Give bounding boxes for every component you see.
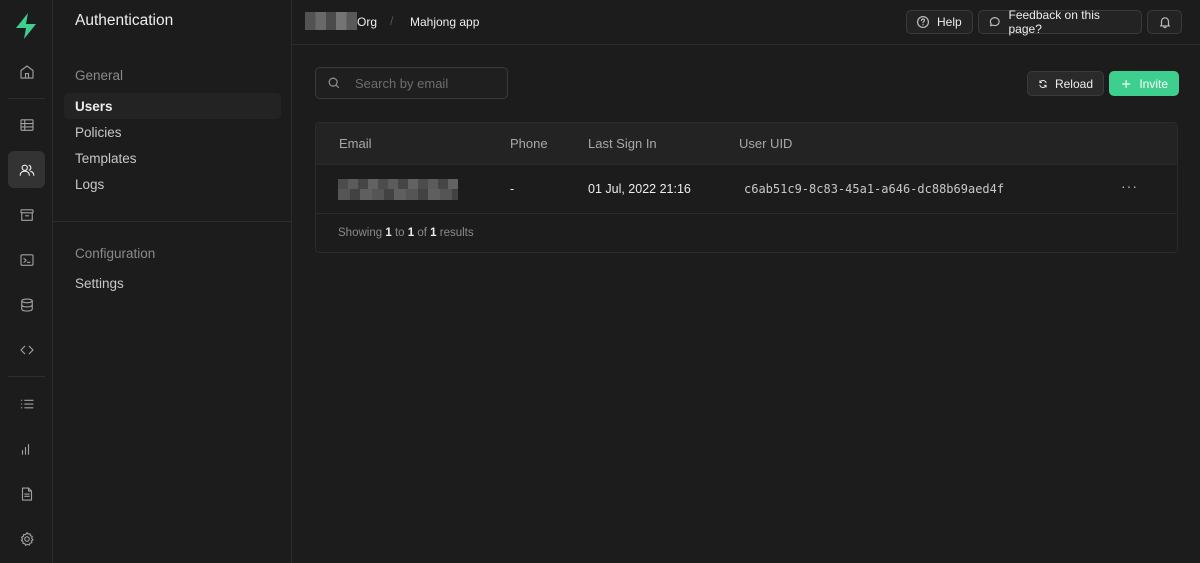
pagination-summary: Showing 1 to 1 of 1 results <box>338 227 474 239</box>
help-button[interactable]: Help <box>906 10 973 34</box>
logs-list-icon[interactable] <box>8 385 45 422</box>
pagination-to-word: to <box>394 227 405 239</box>
users-icon[interactable] <box>8 151 45 188</box>
api-icon[interactable] <box>8 331 45 368</box>
more-options-icon[interactable]: ··· <box>1121 178 1138 194</box>
table-header: Email Phone Last Sign In User UID <box>316 123 1177 165</box>
column-header-user-uid: User UID <box>739 136 793 151</box>
email-redacted <box>338 179 458 200</box>
rail-divider <box>8 376 45 377</box>
pagination-total: 1 <box>430 227 437 239</box>
search-icon <box>328 77 340 89</box>
sidebar-item-logs[interactable]: Logs <box>64 171 281 197</box>
help-label: Help <box>937 15 962 29</box>
refresh-icon <box>1039 79 1047 88</box>
help-icon <box>916 15 930 29</box>
column-header-last-sign-in: Last Sign In <box>588 136 657 151</box>
search-input[interactable] <box>355 75 495 91</box>
table-editor-icon[interactable] <box>8 106 45 143</box>
feedback-label: Feedback on this page? <box>1008 8 1100 36</box>
cell-user-uid: c6ab51c9-8c83-45a1-a646-dc88b69aed4f <box>744 182 1005 196</box>
settings-icon[interactable] <box>8 520 45 557</box>
database-icon[interactable] <box>8 286 45 323</box>
search-input-wrapper <box>315 67 508 99</box>
reload-label: Reload <box>1054 76 1093 91</box>
group-label-general: General <box>75 68 124 83</box>
sidebar-title: Authentication <box>75 12 174 29</box>
bell-icon <box>1159 17 1170 29</box>
rail-divider <box>8 98 45 99</box>
docs-icon[interactable] <box>8 475 45 512</box>
table-row[interactable]: - 01 Jul, 2022 21:16 c6ab51c9-8c83-45a1-… <box>316 165 1177 214</box>
pagination-prefix: Showing <box>338 227 383 239</box>
supabase-logo[interactable] <box>13 12 39 40</box>
breadcrumb-separator: / <box>390 14 394 28</box>
auth-sidebar: Authentication General Users Policies Te… <box>53 0 292 563</box>
notifications-button[interactable] <box>1147 10 1182 34</box>
feedback-button[interactable]: Feedback on this page? <box>978 8 1142 36</box>
users-table: Email Phone Last Sign In User UID - 01 J… <box>315 122 1178 253</box>
sql-editor-icon[interactable] <box>8 241 45 278</box>
reload-button[interactable]: Reload <box>1027 71 1104 96</box>
pagination-of-word: of <box>417 227 427 239</box>
icon-rail <box>0 0 53 563</box>
storage-icon[interactable] <box>8 196 45 233</box>
invite-button[interactable]: Invite <box>1109 71 1179 96</box>
reports-icon[interactable] <box>8 430 45 467</box>
plus-icon <box>1122 79 1131 88</box>
column-header-phone: Phone <box>510 136 548 151</box>
org-name-redacted <box>305 12 357 30</box>
breadcrumb-project[interactable]: Mahjong app <box>410 15 479 29</box>
home-icon[interactable] <box>8 53 45 90</box>
pagination-from: 1 <box>385 227 392 239</box>
top-bar: Org / Mahjong app Help Feedback on this … <box>292 0 1200 45</box>
sidebar-item-settings[interactable]: Settings <box>64 270 281 296</box>
sidebar-item-templates[interactable]: Templates <box>64 145 281 171</box>
invite-label: Invite <box>1139 76 1168 91</box>
pagination-to: 1 <box>407 227 415 239</box>
cell-last-sign-in: 01 Jul, 2022 21:16 <box>588 182 691 196</box>
pagination-suffix: results <box>439 227 474 239</box>
sidebar-item-policies[interactable]: Policies <box>64 119 281 145</box>
group-label-configuration: Configuration <box>75 246 156 261</box>
sidebar-item-users[interactable]: Users <box>64 93 281 119</box>
breadcrumb-org[interactable]: Org <box>357 15 377 29</box>
cell-phone: - <box>510 182 515 196</box>
chat-bubble-icon <box>989 17 1000 27</box>
column-header-email: Email <box>339 136 372 151</box>
sidebar-divider <box>53 221 292 222</box>
